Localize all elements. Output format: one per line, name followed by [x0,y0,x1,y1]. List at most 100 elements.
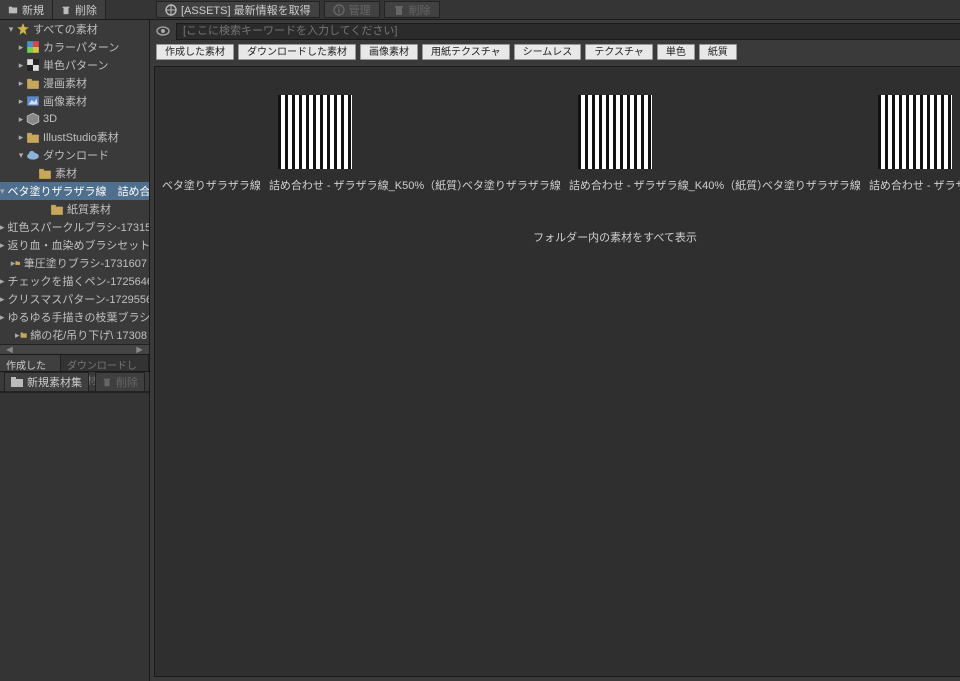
image-icon [26,95,40,107]
folder-plus-icon [8,5,18,15]
tree-item-label: 単色パターン [43,57,108,73]
expand-arrow-icon[interactable]: ▸ [0,294,5,305]
tree-item-7[interactable]: ▾ダウンロード [0,146,149,164]
content-panel: 作成した素材ダウンロードした素材画像素材用紙テクスチャシームレステクスチャ単色紙… [150,20,960,681]
tree-item-9[interactable]: ▾ベタ塗りザラザラ線 詰め合 [0,182,149,200]
sidebar: ▾すべての素材▸カラーパターン▸単色パターン▸漫画素材▸画像素材▸3D▸Illu… [0,20,150,681]
delete-button-right[interactable]: 削除 [384,1,440,18]
tree-item-13[interactable]: ▸筆圧塗りブラシ-1731607 [0,254,149,272]
expand-arrow-icon[interactable]: ▸ [16,42,26,53]
tree-item-label: ゆるゆる手描きの枝葉ブラシ [8,309,149,325]
delete-set-label: 削除 [116,374,138,390]
filter-tag-1[interactable]: ダウンロードした素材 [238,44,356,60]
tree-item-label: 画像素材 [43,93,87,109]
mono-icon [26,59,40,71]
tree-item-label: IllustStudio素材 [43,129,119,145]
thumb-category: ベタ塗りザラザラ線 [762,177,861,193]
expand-arrow-icon[interactable]: ▾ [0,186,5,197]
tree-item-8[interactable]: 素材 [0,164,149,182]
tree-item-3[interactable]: ▸漫画素材 [0,74,149,92]
tree-item-label: 虹色スパークルブラシ-17315 [8,219,149,235]
cloud-icon [26,149,40,161]
tree-item-11[interactable]: ▸虹色スパークルブラシ-17315 [0,218,149,236]
assets-refresh-button[interactable]: [ASSETS] 最新情報を取得 [156,1,320,18]
folder-icon [15,257,20,269]
info-icon [333,4,345,16]
tree-item-4[interactable]: ▸ 画像素材 [0,92,149,110]
expand-arrow-icon[interactable]: ▸ [0,240,5,251]
expand-arrow-icon[interactable]: ▸ [0,222,5,233]
expand-arrow-icon[interactable]: ▾ [6,24,16,35]
folder-icon [20,329,27,341]
folder-icon [26,131,40,143]
new-button[interactable]: 新規 [0,0,53,19]
new-label: 新規 [22,2,44,18]
visibility-toggle-icon[interactable] [156,24,170,38]
tree-item-1[interactable]: ▸ カラーパターン [0,38,149,56]
material-thumb-2[interactable]: ベタ塗りザラザラ線詰め合わせ - ザラザラ線_K30%（紙質） [775,95,960,193]
tree-item-12[interactable]: ▸返り血・血染めブラシセット- [0,236,149,254]
tree-item-label: 3D [43,113,57,125]
expand-arrow-icon[interactable]: ▸ [16,114,26,125]
set-tabs: 作成した素材集 ダウンロードした素材集 [0,354,149,372]
thumbnail-image [878,95,952,169]
expand-arrow-icon[interactable]: ▸ [0,276,5,287]
tree-item-16[interactable]: ▸ゆるゆる手描きの枝葉ブラシ [0,308,149,326]
search-row [150,20,960,42]
material-tree[interactable]: ▾すべての素材▸カラーパターン▸単色パターン▸漫画素材▸画像素材▸3D▸Illu… [0,20,149,344]
material-thumb-0[interactable]: ベタ塗りザラザラ線詰め合わせ - ザラザラ線_K50%（紙質） [175,95,455,193]
globe-icon [165,4,177,16]
tree-item-0[interactable]: ▾すべての素材 [0,20,149,38]
filter-tag-7[interactable]: 紙質 [699,44,737,60]
delete-set-button[interactable]: 削除 [95,372,145,392]
tree-item-6[interactable]: ▸ IllustStudio素材 [0,128,149,146]
created-sets-tab[interactable]: 作成した素材集 [0,355,61,371]
tree-item-label: 素材 [55,165,77,181]
tree-item-label: 綿の花/吊り下げ\ 17308 [30,327,147,343]
trash-icon [393,4,405,16]
tree-item-10[interactable]: 紙質素材 [0,200,149,218]
tree-item-2[interactable]: ▸ 単色パターン [0,56,149,74]
tree-item-14[interactable]: ▸チェックを描くペン-1725646 [0,272,149,290]
thumbnail-image [278,95,352,169]
tree-scroll-indicator[interactable]: ◄ ► [0,344,149,354]
filter-tag-3[interactable]: 用紙テクスチャ [422,44,510,60]
folder-icon [26,77,40,89]
tree-item-17[interactable]: ▸綿の花/吊り下げ\ 17308 [0,326,149,344]
trash-icon [102,377,112,387]
tree-item-5[interactable]: ▸ 3D [0,110,149,128]
filter-tag-2[interactable]: 画像素材 [360,44,418,60]
new-set-button[interactable]: 新規素材集 [4,372,89,392]
filter-tags: 作成した素材ダウンロードした素材画像素材用紙テクスチャシームレステクスチャ単色紙… [150,42,960,66]
tree-item-15[interactable]: ▸クリスマスパターン-1729556 [0,290,149,308]
star-icon [16,23,30,35]
thumb-category: ベタ塗りザラザラ線 [162,177,261,193]
expand-arrow-icon[interactable]: ▸ [0,312,5,323]
thumb-name: 詰め合わせ - ザラザラ線_K40%（紙質） [569,177,768,193]
expand-arrow-icon[interactable]: ▾ [16,150,26,161]
filter-tag-6[interactable]: 単色 [657,44,695,60]
tree-item-label: カラーパターン [43,39,119,55]
downloaded-sets-tab[interactable]: ダウンロードした素材集 [61,355,149,371]
expand-arrow-icon[interactable]: ▸ [16,96,26,107]
tree-item-label: クリスマスパターン-1729556 [8,291,149,307]
manage-button[interactable]: 管理 [324,1,380,18]
top-toolbar: 新規 削除 [ASSETS] 最新情報を取得 管理 削除 [0,0,960,20]
expand-arrow-icon[interactable]: ▸ [16,132,26,143]
delete-label-right: 削除 [409,2,431,18]
trash-icon [61,5,71,15]
filter-tag-5[interactable]: テクスチャ [585,44,653,60]
thumb-name: 詰め合わせ - ザラザラ線_K50%（紙質） [269,177,468,193]
folder-icon [11,377,23,387]
filter-tag-0[interactable]: 作成した素材 [156,44,234,60]
delete-button-left[interactable]: 削除 [53,0,106,19]
expand-arrow-icon[interactable]: ▸ [16,60,26,71]
material-thumb-1[interactable]: ベタ塗りザラザラ線詰め合わせ - ザラザラ線_K40%（紙質） [475,95,755,193]
filter-tag-4[interactable]: シームレス [514,44,582,60]
manage-label: 管理 [349,2,371,18]
expand-arrow-icon[interactable]: ▸ [16,78,26,89]
set-toolbar: 新規素材集 削除 [0,372,149,392]
show-all-link[interactable]: フォルダー内の素材をすべて表示 [155,229,960,245]
search-input[interactable] [176,23,960,40]
folder-icon [38,167,52,179]
